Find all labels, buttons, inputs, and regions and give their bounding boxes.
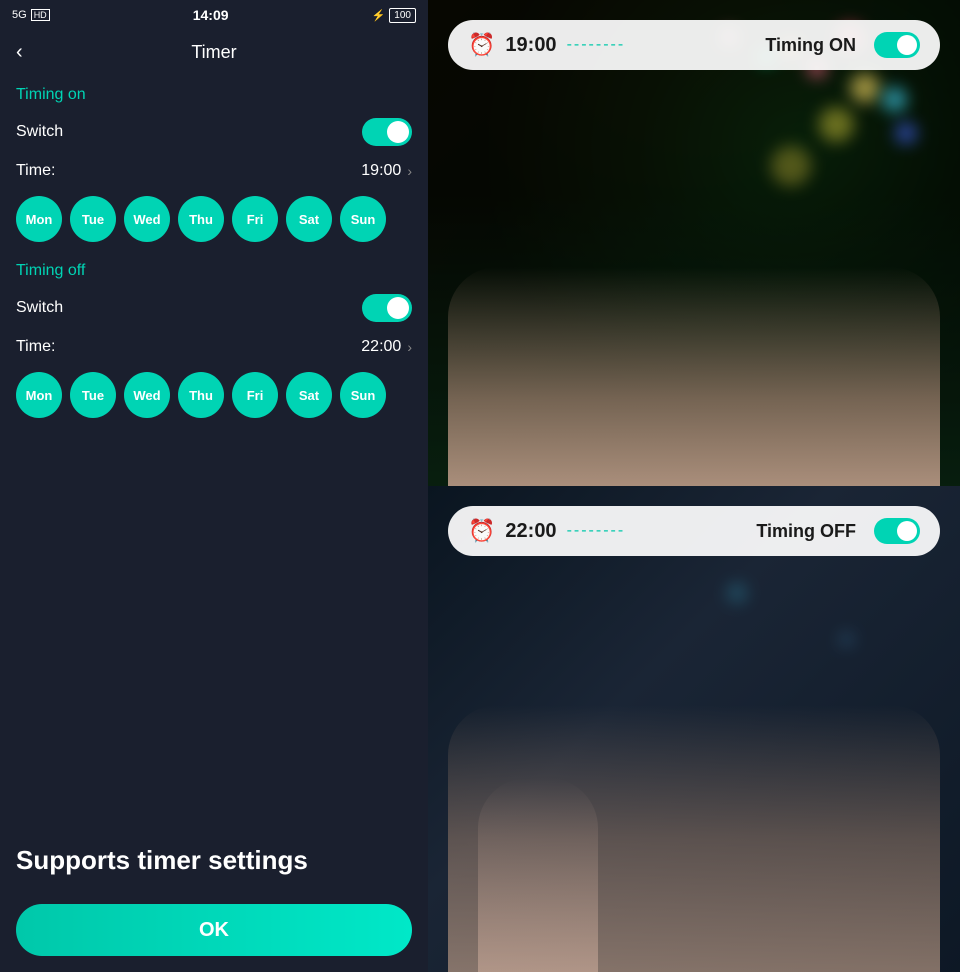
timing-off-time-label: Time: [16, 338, 55, 356]
day-wed-on[interactable]: Wed [124, 196, 170, 242]
chevron-icon: › [407, 163, 412, 179]
status-right: ⚡ 100 [372, 8, 416, 23]
status-left: 5G HD [12, 9, 50, 21]
bottom-timer-toggle[interactable] [874, 518, 920, 544]
timing-on-time-value[interactable]: 19:00 › [361, 162, 412, 180]
timing-off-toggle[interactable] [362, 294, 412, 322]
signal-icon: 5G [12, 9, 27, 21]
timing-off-days: Mon Tue Wed Thu Fri Sat Sun [16, 372, 412, 418]
timing-on-days: Mon Tue Wed Thu Fri Sat Sun [16, 196, 412, 242]
timing-off-title: Timing off [16, 262, 412, 280]
bluetooth-icon: ⚡ [372, 9, 386, 22]
top-timer-time: 19:00 [505, 34, 556, 57]
chevron-icon-2: › [407, 339, 412, 355]
back-button[interactable]: ‹ [16, 41, 23, 64]
alarm-icon-bottom: ⏰ [468, 518, 495, 544]
timing-on-switch-row: Switch [16, 118, 412, 146]
status-bar: 5G HD 14:09 ⚡ 100 [0, 0, 428, 30]
hd-icon: HD [31, 9, 50, 21]
day-fri-on[interactable]: Fri [232, 196, 278, 242]
bottom-photo-section: ⏰ 22:00 -------- Timing OFF [428, 486, 960, 972]
content-area: Timing on Switch Time: 19:00 › Mon Tue W… [0, 74, 428, 824]
nav-bar: ‹ Timer [0, 30, 428, 74]
battery-icon: 100 [389, 8, 416, 23]
day-sun-off[interactable]: Sun [340, 372, 386, 418]
bottom-timer-card: ⏰ 22:00 -------- Timing OFF [448, 506, 940, 556]
bottom-timer-dots: -------- [567, 522, 747, 540]
timing-on-switch-label: Switch [16, 123, 63, 141]
day-fri-off[interactable]: Fri [232, 372, 278, 418]
status-time: 14:09 [193, 7, 229, 23]
day-tue-on[interactable]: Tue [70, 196, 116, 242]
timing-on-time-row[interactable]: Time: 19:00 › [16, 162, 412, 180]
alarm-icon-top: ⏰ [468, 32, 495, 58]
day-thu-off[interactable]: Thu [178, 372, 224, 418]
timing-off-time-value[interactable]: 22:00 › [361, 338, 412, 356]
top-timer-toggle[interactable] [874, 32, 920, 58]
day-sun-on[interactable]: Sun [340, 196, 386, 242]
day-thu-on[interactable]: Thu [178, 196, 224, 242]
timing-on-time-label: Time: [16, 162, 55, 180]
right-panel: ⏰ 19:00 -------- Timing ON ⏰ 22:00 -----… [428, 0, 960, 972]
bottom-timer-label: Timing OFF [756, 521, 856, 542]
supports-text: Supports timer settings [0, 824, 428, 888]
day-sat-off[interactable]: Sat [286, 372, 332, 418]
top-timer-dots: -------- [567, 36, 756, 54]
day-wed-off[interactable]: Wed [124, 372, 170, 418]
timing-off-switch-label: Switch [16, 299, 63, 317]
day-tue-off[interactable]: Tue [70, 372, 116, 418]
left-panel: 5G HD 14:09 ⚡ 100 ‹ Timer Timing on Swit… [0, 0, 428, 972]
day-mon-off[interactable]: Mon [16, 372, 62, 418]
day-mon-on[interactable]: Mon [16, 196, 62, 242]
timing-off-time-row[interactable]: Time: 22:00 › [16, 338, 412, 356]
ok-button-container: OK [0, 888, 428, 972]
timing-on-toggle[interactable] [362, 118, 412, 146]
top-photo-section: ⏰ 19:00 -------- Timing ON [428, 0, 960, 486]
top-timer-card: ⏰ 19:00 -------- Timing ON [448, 20, 940, 70]
top-timer-label: Timing ON [765, 35, 856, 56]
bottom-timer-time: 22:00 [505, 520, 556, 543]
timing-off-switch-row: Switch [16, 294, 412, 322]
timing-on-title: Timing on [16, 86, 412, 104]
day-sat-on[interactable]: Sat [286, 196, 332, 242]
page-title: Timer [191, 42, 236, 63]
ok-button[interactable]: OK [16, 904, 412, 956]
